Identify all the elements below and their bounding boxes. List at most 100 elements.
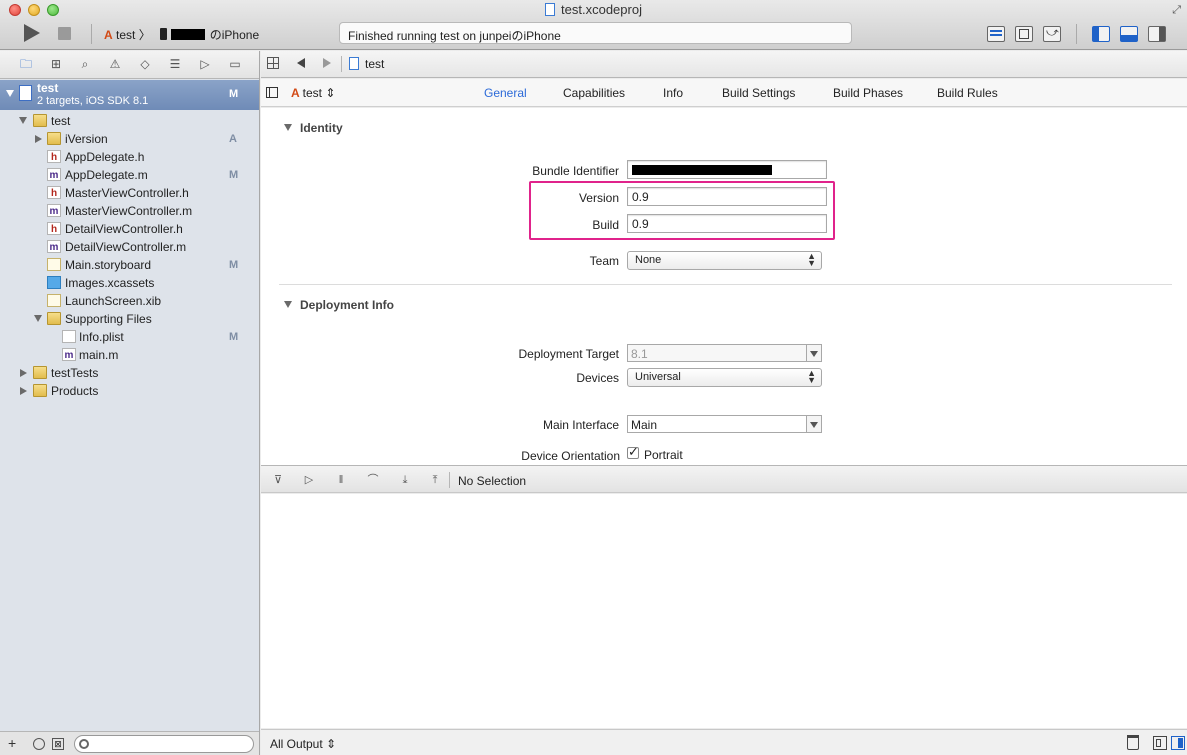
scheme-selector[interactable]: A test 〉 のiPhone xyxy=(104,26,259,43)
debug-console[interactable] xyxy=(261,494,1187,728)
list-item[interactable]: h MasterViewController.h xyxy=(0,184,259,202)
plist-file-icon xyxy=(62,330,76,343)
recent-files-icon[interactable] xyxy=(33,738,45,750)
project-file-icon xyxy=(545,3,556,16)
target-selector[interactable]: Atest ⇕ xyxy=(291,86,335,100)
storyboard-file-icon xyxy=(47,258,61,271)
chevron-down-icon[interactable] xyxy=(806,416,821,432)
search-icon[interactable]: ⌕ xyxy=(76,56,94,72)
main-interface-label: Main Interface xyxy=(542,418,619,432)
step-over-icon[interactable]: ⌒ xyxy=(365,473,381,487)
section-divider xyxy=(279,284,1172,285)
assistant-editor-icon[interactable] xyxy=(1015,26,1033,42)
deployment-section-header[interactable]: Deployment Info xyxy=(284,298,394,312)
version-editor-icon[interactable] xyxy=(1043,25,1061,42)
project-editor-tabs: Atest ⇕ General Capabilities Info Build … xyxy=(261,79,1187,107)
debug-navigator-icon[interactable]: ☰ xyxy=(166,56,184,72)
add-file-button[interactable]: + xyxy=(8,735,16,751)
disclosure-open-icon[interactable] xyxy=(284,124,292,131)
disclosure-open-icon[interactable] xyxy=(34,315,42,322)
list-item[interactable]: m AppDelegate.m M xyxy=(0,166,259,184)
list-item[interactable]: Info.plist M xyxy=(0,328,259,346)
output-filter-popup[interactable]: All Output ⇕ xyxy=(270,737,336,751)
navigator-selector-bar: 🗀 ⊞ ⌕ ⚠ ◇ ☰ ▷ ▭ xyxy=(0,51,259,79)
folder-icon[interactable]: 🗀 xyxy=(17,56,35,72)
list-item[interactable]: iVersion A xyxy=(0,130,259,148)
disclosure-open-icon[interactable] xyxy=(19,117,27,124)
disclosure-open-icon[interactable] xyxy=(284,301,292,308)
deployment-target-combo[interactable]: 8.1 xyxy=(627,344,822,362)
implementation-file-icon: m xyxy=(62,348,76,361)
main-interface-combo[interactable]: Main xyxy=(627,415,822,433)
toggle-navigator-icon[interactable] xyxy=(1092,26,1110,42)
run-button[interactable] xyxy=(24,24,40,42)
hide-debug-area-icon[interactable]: ⊽ xyxy=(270,473,286,487)
list-item[interactable]: Main.storyboard M xyxy=(0,256,259,274)
portrait-checkbox[interactable] xyxy=(627,444,639,460)
project-row[interactable]: test 2 targets, iOS SDK 8.1 M xyxy=(0,80,259,110)
stop-button[interactable] xyxy=(58,27,71,40)
toggle-debug-area-icon[interactable] xyxy=(1120,26,1138,42)
show-targets-list-icon[interactable] xyxy=(266,87,278,98)
forward-button[interactable] xyxy=(323,58,331,68)
standard-editor-icon[interactable] xyxy=(987,26,1005,42)
list-item[interactable]: Images.xcassets xyxy=(0,274,259,292)
list-item[interactable]: Supporting Files xyxy=(0,310,259,328)
list-item[interactable]: m DetailViewController.m xyxy=(0,238,259,256)
folder-icon xyxy=(47,312,61,325)
toolbar-divider xyxy=(1076,24,1077,44)
debug-bar-divider xyxy=(449,472,450,488)
pause-icon[interactable]: ‖ xyxy=(333,473,349,487)
debug-bar: ⊽ ▷ ‖ ⌒ ⤓ ⤒ No Selection xyxy=(261,465,1187,493)
team-popup[interactable]: None ▲ ▼ xyxy=(627,251,822,270)
tab-build-settings[interactable]: Build Settings xyxy=(722,86,795,100)
list-item[interactable]: LaunchScreen.xib xyxy=(0,292,259,310)
fullscreen-icon[interactable]: ⤢ xyxy=(1172,4,1181,17)
disclosure-open-icon[interactable] xyxy=(6,90,14,97)
variables-view-icon[interactable] xyxy=(1153,736,1167,750)
breakpoints-toggle-icon[interactable]: ▷ xyxy=(301,473,317,487)
list-item[interactable]: h AppDelegate.h xyxy=(0,148,259,166)
toggle-utilities-icon[interactable] xyxy=(1148,26,1166,42)
report-icon[interactable]: ▭ xyxy=(226,56,244,72)
list-item[interactable]: testTests xyxy=(0,364,259,382)
tab-info[interactable]: Info xyxy=(663,86,683,100)
breakpoint-icon[interactable]: ▷ xyxy=(196,56,214,72)
list-item[interactable]: h DetailViewController.h xyxy=(0,220,259,238)
list-item[interactable]: m MasterViewController.m xyxy=(0,202,259,220)
step-out-icon[interactable]: ⤒ xyxy=(427,473,443,487)
disclosure-closed-icon[interactable] xyxy=(20,369,27,377)
breadcrumb[interactable]: test xyxy=(349,57,384,71)
folder-icon xyxy=(33,366,47,379)
trash-icon[interactable] xyxy=(1127,735,1139,750)
activity-status-display: Finished running test on junpeiのiPhone xyxy=(339,22,852,44)
warning-icon[interactable]: ⚠ xyxy=(106,56,124,72)
tab-general[interactable]: General xyxy=(484,86,527,100)
test-navigator-icon[interactable]: ◇ xyxy=(136,56,154,72)
jump-bar: test xyxy=(261,51,1187,78)
identity-section-header[interactable]: Identity xyxy=(284,121,343,135)
tab-build-rules[interactable]: Build Rules xyxy=(937,86,998,100)
related-items-icon[interactable] xyxy=(267,57,279,69)
tab-capabilities[interactable]: Capabilities xyxy=(563,86,625,100)
console-view-icon[interactable] xyxy=(1171,736,1185,750)
list-item[interactable]: Products xyxy=(0,382,259,400)
back-button[interactable] xyxy=(297,58,305,68)
list-item[interactable]: m main.m xyxy=(0,346,259,364)
devices-popup[interactable]: Universal ▲ ▼ xyxy=(627,368,822,387)
step-into-icon[interactable]: ⤓ xyxy=(397,473,413,487)
filter-input[interactable] xyxy=(74,735,254,753)
scm-filter-icon[interactable]: ⊠ xyxy=(52,738,64,750)
disclosure-closed-icon[interactable] xyxy=(20,387,27,395)
tab-build-phases[interactable]: Build Phases xyxy=(833,86,903,100)
header-file-icon: h xyxy=(47,186,61,199)
symbol-navigator-icon[interactable]: ⊞ xyxy=(47,56,65,72)
chevron-down-icon[interactable] xyxy=(806,345,821,361)
list-item[interactable]: test xyxy=(0,112,259,130)
popup-arrows-icon: ▲ ▼ xyxy=(807,368,816,385)
scm-status-badge: M xyxy=(229,88,239,100)
debug-selection-label: No Selection xyxy=(458,474,527,488)
disclosure-closed-icon[interactable] xyxy=(35,135,42,143)
chevron-right-icon: 〉 xyxy=(138,28,151,42)
bundle-identifier-field[interactable] xyxy=(627,160,827,179)
